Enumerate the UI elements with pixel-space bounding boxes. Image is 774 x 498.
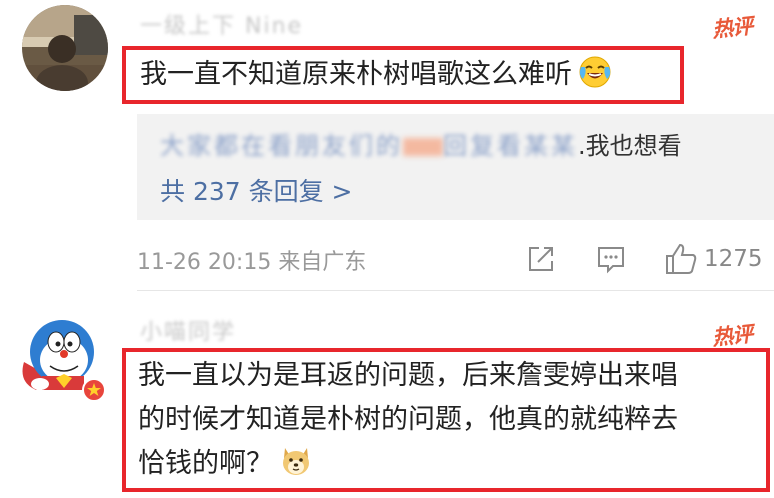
comment-text: 我一直以为是耳返的问题，后来詹雯婷出来唱 的时候才知道是朴树的问题，他真的就纯粹… <box>138 354 678 486</box>
username[interactable]: 一级上下 Nine <box>140 8 303 40</box>
comment-item: 小喵同学 热评 我一直以为是耳返的问题，后来詹雯婷出来唱 的时候才知道是朴树的问… <box>0 292 774 498</box>
reply-preview-suffix: .我也想看 <box>578 132 682 160</box>
source-text: 来自广东 <box>278 250 367 275</box>
comment-line: 我一直以为是耳返的问题，后来詹雯婷出来唱 <box>138 360 678 391</box>
comment-text: 我一直不知道原来朴树唱歌这么难听 <box>140 54 612 96</box>
comment-timestamp: 11-26 20:15 来自广东 <box>137 244 366 276</box>
comment-line: 我一直不知道原来朴树唱歌这么难听 <box>140 59 572 90</box>
hot-comment-badge: 热评 <box>710 13 754 43</box>
verified-badge-icon <box>82 378 106 402</box>
share-button[interactable] <box>525 240 557 278</box>
thumbs-up-icon <box>666 243 697 274</box>
username[interactable]: 小喵同学 <box>140 314 236 346</box>
reply-preview-blurred-name: 大家都在看朋友们的 <box>160 132 403 160</box>
avatar[interactable] <box>16 312 108 404</box>
comment-line: 恰钱的啊？ <box>138 448 273 479</box>
view-replies-link[interactable]: 共 237 条回复 > <box>160 172 353 208</box>
comment-line: 的时候才知道是朴树的问题，他真的就纯粹去 <box>138 404 678 435</box>
reply-preview-blurred-text: 回复看某某 <box>443 132 578 160</box>
user-photo-avatar-icon <box>22 5 108 91</box>
comment-meta-row: 11-26 20:15 来自广东 1275 <box>137 240 774 280</box>
hot-comment-badge: 热评 <box>710 321 754 351</box>
comment-bubble-icon <box>598 247 624 274</box>
comment-highlight-box: 我一直以为是耳返的问题，后来詹雯婷出来唱 的时候才知道是朴树的问题，他真的就纯粹… <box>122 348 770 492</box>
reply-preview-blurred-emoji <box>403 138 443 156</box>
comment-item: 一级上下 Nine 热评 我一直不知道原来朴树唱歌这么难听 大家都在看朋友们的 回… <box>0 0 774 292</box>
reply-preview-block[interactable]: 大家都在看朋友们的 回复看某某.我也想看 共 237 条回复 > <box>137 114 774 220</box>
avatar[interactable] <box>22 5 108 91</box>
laughing-crying-icon <box>579 56 611 88</box>
comment-highlight-box: 我一直不知道原来朴树唱歌这么难听 <box>122 46 684 104</box>
reply-preview-text: 大家都在看朋友们的 回复看某某.我也想看 <box>160 126 682 161</box>
share-icon <box>529 247 553 271</box>
like-button[interactable]: 1275 <box>664 240 763 278</box>
timestamp-text: 11-26 20:15 <box>137 250 272 275</box>
comment-divider <box>137 290 774 291</box>
like-count: 1275 <box>704 246 763 272</box>
doge-icon <box>283 448 309 475</box>
comment-button[interactable] <box>595 240 627 278</box>
